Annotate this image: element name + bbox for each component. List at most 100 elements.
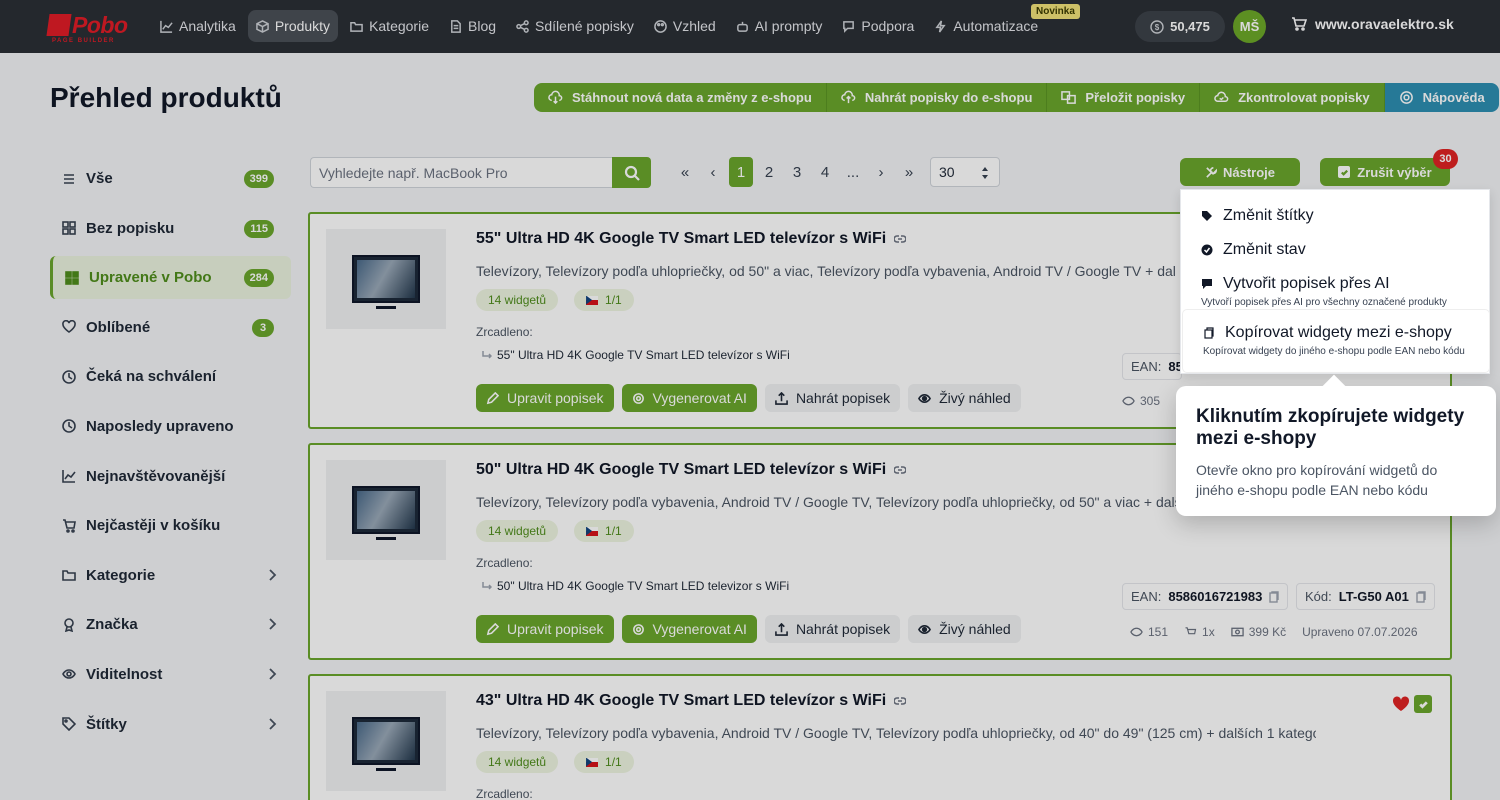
search-icon bbox=[624, 165, 640, 181]
copy-icon[interactable] bbox=[1269, 590, 1280, 603]
upload-icon bbox=[775, 391, 788, 405]
link-icon[interactable] bbox=[894, 235, 907, 243]
sidebar-item-oblibene[interactable]: Oblíbené 3 bbox=[50, 306, 291, 349]
eye-icon bbox=[1122, 396, 1135, 406]
page-first[interactable]: « bbox=[673, 157, 697, 187]
nav-vzhled[interactable]: Vzhled bbox=[646, 10, 724, 42]
page-next[interactable]: › bbox=[869, 157, 893, 187]
sidebar-item-bez-popisku[interactable]: Bez popisku 115 bbox=[50, 207, 291, 250]
nav-produkty[interactable]: Produkty bbox=[247, 10, 339, 42]
nav-sdilene-popisky[interactable]: Sdílené popisky bbox=[508, 10, 642, 42]
upload-descriptions-button[interactable]: Nahrát popisky do e-shopu bbox=[826, 83, 1048, 112]
copy-icon[interactable] bbox=[1416, 590, 1426, 603]
menu-item-ai-description[interactable]: Vytvořit popisek přes AI Vytvoří popisek… bbox=[1181, 275, 1491, 308]
menu-item-change-tags[interactable]: Změnit štítky bbox=[1181, 207, 1491, 225]
page-last[interactable]: » bbox=[897, 157, 921, 187]
sidebar-item-znacka[interactable]: Značka bbox=[50, 603, 291, 646]
mirror-label: Zrcadleno: bbox=[476, 556, 533, 570]
nav-podpora[interactable]: Podpora bbox=[834, 10, 922, 42]
sort-arrows-icon bbox=[982, 167, 988, 179]
award-icon bbox=[64, 618, 74, 632]
widgets-badge[interactable]: 14 widgetů bbox=[476, 289, 559, 311]
page-3[interactable]: 3 bbox=[785, 157, 809, 187]
upload-description-button[interactable]: Nahrát popisek bbox=[764, 615, 901, 643]
sidebar-item-stitky[interactable]: Štítky bbox=[50, 703, 291, 746]
nav-analytika[interactable]: Analytika bbox=[152, 10, 244, 42]
eye-icon bbox=[1130, 627, 1143, 637]
search-button[interactable] bbox=[612, 157, 651, 188]
cart-icon bbox=[1185, 627, 1197, 635]
czech-flag-icon bbox=[586, 295, 599, 305]
deselect-button[interactable]: Zrušit výběr bbox=[1320, 158, 1450, 186]
revenue-stat: 399 Kč bbox=[1230, 625, 1286, 639]
code-field[interactable]: Kód: LT-G50 A01 bbox=[1296, 583, 1435, 610]
link-icon[interactable] bbox=[894, 466, 907, 474]
page-4[interactable]: 4 bbox=[813, 157, 837, 187]
ean-field[interactable]: EAN: 85 bbox=[1122, 353, 1183, 380]
tag-icon bbox=[1202, 211, 1212, 221]
eye-icon bbox=[62, 669, 76, 680]
mirror-product[interactable]: 55" Ultra HD 4K Google TV Smart LED tele… bbox=[482, 348, 790, 362]
product-select-checkbox[interactable] bbox=[1414, 695, 1432, 713]
language-badge[interactable]: 1/1 bbox=[574, 289, 634, 311]
eye-icon bbox=[918, 393, 932, 403]
live-preview-button[interactable]: Živý náhled bbox=[908, 615, 1021, 643]
product-image[interactable] bbox=[326, 691, 446, 791]
page-1[interactable]: 1 bbox=[729, 157, 753, 187]
clock-icon bbox=[62, 419, 76, 434]
nav-ai-prompty[interactable]: AI prompty bbox=[728, 10, 831, 42]
upload-description-button[interactable]: Nahrát popisek bbox=[764, 384, 901, 412]
fetch-data-button[interactable]: Stáhnout nová data a změny z e-shopu bbox=[534, 83, 827, 112]
search-input[interactable] bbox=[310, 157, 612, 188]
language-badge[interactable]: 1/1 bbox=[574, 520, 634, 542]
product-title[interactable]: 50" Ultra HD 4K Google TV Smart LED tele… bbox=[476, 461, 907, 479]
sidebar-item-ceka-na-schvaleni[interactable]: Čeká na schválení bbox=[50, 355, 291, 398]
sidebar-item-kategorie[interactable]: Kategorie bbox=[50, 554, 291, 597]
generate-ai-button[interactable]: Vygenerovat AI bbox=[621, 384, 757, 412]
pencil-icon bbox=[486, 622, 499, 635]
sidebar-item-nejcasteji-v-kosiku[interactable]: Nejčastěji v košíku bbox=[50, 504, 291, 547]
user-avatar[interactable]: MŠ bbox=[1233, 10, 1266, 43]
per-page-select[interactable]: 30 bbox=[930, 157, 1000, 187]
nav-blog[interactable]: Blog bbox=[441, 10, 504, 42]
edit-description-button[interactable]: Upravit popisek bbox=[476, 615, 614, 643]
sidebar-item-nejnavstevovanejsi[interactable]: Nejnavštěvovanější bbox=[50, 455, 291, 498]
generate-ai-button[interactable]: Vygenerovat AI bbox=[621, 615, 757, 643]
heart-icon bbox=[62, 320, 76, 334]
sidebar-item-naposledy-upraveno[interactable]: Naposledy upraveno bbox=[50, 405, 291, 448]
count-badge: 399 bbox=[243, 170, 274, 188]
menu-item-change-status[interactable]: Změnit stav bbox=[1181, 241, 1491, 259]
sidebar-item-vse[interactable]: Vše 399 bbox=[50, 157, 291, 200]
ean-field[interactable]: EAN: 8586016721983 bbox=[1122, 583, 1289, 610]
product-title[interactable]: 55" Ultra HD 4K Google TV Smart LED tele… bbox=[476, 230, 907, 248]
grid-icon bbox=[65, 270, 79, 285]
language-badge[interactable]: 1/1 bbox=[574, 751, 634, 773]
return-arrow-icon bbox=[482, 351, 492, 359]
menu-item-copy-widgets[interactable]: Kopírovat widgety mezi e-shopy Kopírovat… bbox=[1183, 310, 1489, 372]
product-image[interactable] bbox=[326, 229, 446, 329]
nav-automatizace[interactable]: Automatizace bbox=[926, 10, 1046, 42]
page-2[interactable]: 2 bbox=[757, 157, 781, 187]
count-badge: 3 bbox=[252, 318, 274, 337]
help-button[interactable]: Nápověda bbox=[1384, 83, 1499, 112]
widgets-badge[interactable]: 14 widgetů bbox=[476, 751, 559, 773]
favorite-heart-icon[interactable] bbox=[1392, 696, 1410, 712]
check-descriptions-button[interactable]: Zkontrolovat popisky bbox=[1200, 83, 1385, 112]
edit-description-button[interactable]: Upravit popisek bbox=[476, 384, 614, 412]
credits-balance[interactable]: $ 50,475 bbox=[1135, 11, 1225, 42]
product-title[interactable]: 43" Ultra HD 4K Google TV Smart LED tele… bbox=[476, 692, 907, 710]
page-prev[interactable]: ‹ bbox=[701, 157, 725, 187]
widgets-badge[interactable]: 14 widgetů bbox=[476, 520, 559, 542]
mirror-product[interactable]: 50" Ultra HD 4K Google TV Smart LED tele… bbox=[482, 579, 789, 593]
tools-button[interactable]: Nástroje bbox=[1180, 158, 1300, 186]
nav-kategorie[interactable]: Kategorie bbox=[342, 10, 437, 42]
pobo-logo[interactable]: Pobo PAGE BUILDER bbox=[46, 12, 138, 44]
link-icon[interactable] bbox=[894, 697, 907, 705]
sidebar-item-viditelnost[interactable]: Viditelnost bbox=[50, 653, 291, 696]
product-image[interactable] bbox=[326, 460, 446, 560]
translate-descriptions-button[interactable]: Přeložit popisky bbox=[1047, 83, 1201, 112]
pagination: « ‹ 1 2 3 4 ... › » bbox=[673, 157, 921, 187]
live-preview-button[interactable]: Živý náhled bbox=[908, 384, 1021, 412]
shop-switcher[interactable]: www.oravaelektro.sk bbox=[1291, 16, 1454, 32]
sidebar-item-upravene[interactable]: Upravené v Pobo 284 bbox=[50, 256, 291, 300]
